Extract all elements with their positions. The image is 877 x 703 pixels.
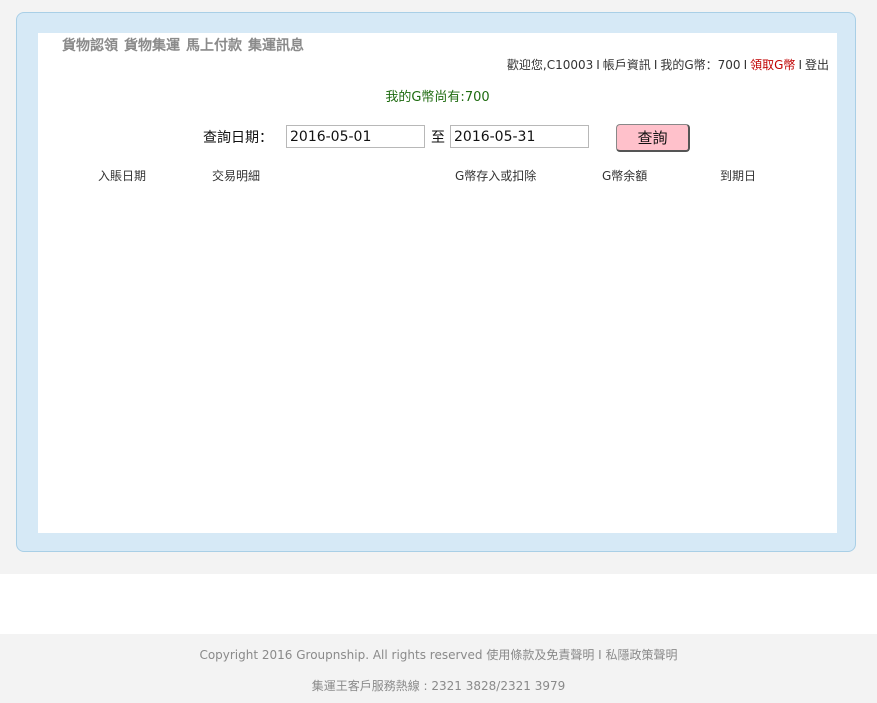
logout-link[interactable]: 登出 [805, 58, 829, 72]
nav-item-news[interactable]: 集運訊息 [248, 38, 304, 54]
footer: Copyright 2016 Groupnship. All rights re… [0, 634, 877, 703]
privacy-link[interactable]: 私隱政策聲明 [606, 648, 678, 662]
column-coin-balance: G幣余額 [602, 169, 648, 183]
to-label: 至 [431, 130, 445, 146]
main-panel: 貨物認領 貨物集運 馬上付款 集運訊息 歡迎您,C10003 I 帳戶資訊 I 我的G幣：70… [38, 33, 837, 533]
column-expiry-date: 到期日 [720, 169, 757, 183]
nav-item-pay-now[interactable]: 馬上付款 [186, 38, 242, 54]
column-entry-date: 入賬日期 [98, 169, 147, 183]
welcome-text: 歡迎您,C10003 [506, 58, 594, 72]
account-info-link[interactable]: 帳戶資訊 [603, 58, 651, 72]
separator: I [653, 58, 658, 72]
account-bar: 歡迎您,C10003 I 帳戶資訊 I 我的G幣：700 I 領取G幣 I 登出 [507, 56, 829, 73]
footer-separator: I [598, 648, 602, 662]
terms-link[interactable]: 使用條款及免責聲明 [486, 648, 594, 662]
query-button[interactable]: 查詢 [616, 124, 690, 152]
table-header: 入賬日期 交易明細 G幣存入或扣除 G幣余額 到期日 [38, 167, 837, 185]
separator: I [596, 58, 600, 72]
column-transaction-detail: 交易明細 [212, 169, 261, 183]
coin-balance: 我的G幣尚有:700 [385, 90, 490, 105]
date-to-input[interactable] [450, 125, 589, 148]
separator: I [743, 58, 748, 72]
claim-coins-link[interactable]: 領取G幣 [750, 58, 795, 72]
footer-links: Copyright 2016 Groupnship. All rights re… [0, 646, 877, 663]
nav-item-consolidate[interactable]: 貨物集運 [124, 38, 180, 54]
date-from-input[interactable] [286, 125, 425, 148]
hotline-text: 集運王客戶服務熱線 : 2321 3828/2321 3979 [311, 679, 566, 693]
query-date-label: 查詢日期： [203, 130, 273, 146]
copyright-text: Copyright 2016 Groupnship. All rights re… [199, 648, 483, 662]
column-coins-in-out: G幣存入或扣除 [455, 169, 537, 183]
top-nav: 貨物認領 貨物集運 馬上付款 集運訊息 [62, 35, 310, 55]
nav-item-claim-goods[interactable]: 貨物認領 [62, 38, 118, 54]
separator: I [798, 58, 802, 72]
my-coins-link[interactable]: 我的G幣：700 [660, 58, 740, 72]
